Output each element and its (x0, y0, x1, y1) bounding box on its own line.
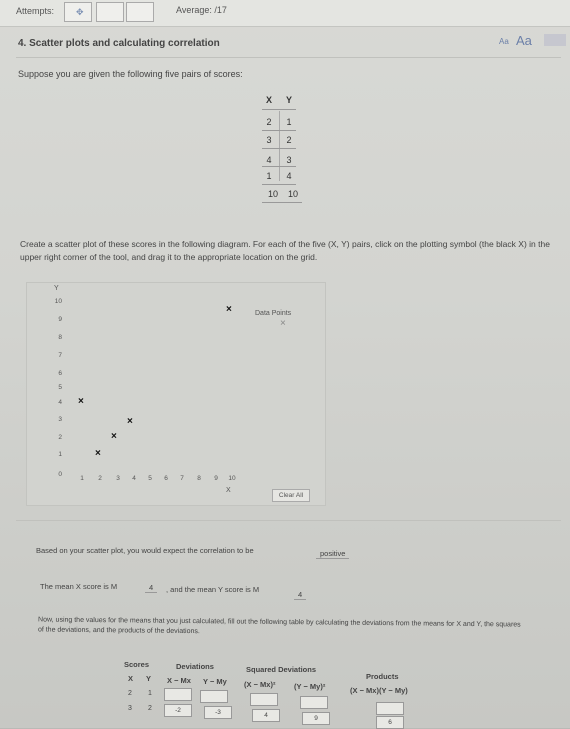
x-tick-label: 2 (98, 475, 102, 482)
y-tick-label: 9 (58, 316, 62, 323)
table-col-dev-y: Y − My (203, 677, 227, 686)
attempt-box-2 (96, 2, 124, 22)
data-points-label: Data Points (255, 310, 292, 317)
table-cell-x: 3 (128, 705, 132, 712)
table-col-sq-x: (X − Mx)² (244, 680, 276, 689)
mean-y-answer[interactable]: 4 (294, 590, 307, 600)
pairs-row-rule (262, 130, 296, 131)
plotted-point[interactable]: × (95, 449, 101, 459)
attempts-label: Attempts: (16, 6, 55, 16)
table-header-deviations: Deviations (176, 662, 214, 671)
y-axis-title: Y (54, 285, 59, 292)
correlation-answer-dropdown[interactable]: positive (316, 549, 350, 559)
sq-y-input[interactable]: 9 (302, 712, 330, 725)
pairs-header-x: X (266, 95, 273, 105)
divider (16, 57, 561, 58)
average-label: Average: /17 (176, 5, 227, 15)
plotted-point[interactable]: × (127, 417, 133, 427)
pairs-row-rule (262, 148, 296, 149)
sq-x-input[interactable] (250, 693, 278, 706)
table-col-product: (X − Mx)(Y − My) (350, 686, 408, 695)
page: Attempts: ✥ Average: /17 4. Scatter plot… (0, 0, 570, 729)
pairs-row-rule (262, 202, 302, 203)
y-tick-label: 6 (58, 370, 62, 377)
table-col-y: Y (146, 674, 152, 683)
plotted-point[interactable]: × (78, 397, 84, 407)
pairs-column-rule (279, 111, 280, 181)
product-input[interactable]: 6 (376, 716, 404, 729)
sq-x-input[interactable]: 4 (252, 709, 280, 722)
table-header-scores: Scores (124, 660, 150, 669)
pair-y: 10 (287, 189, 298, 199)
mean-x-prompt: The mean X score is M (40, 582, 118, 591)
y-tick-label: 1 (58, 451, 62, 458)
table-col-dev-x: X − Mx (167, 676, 191, 685)
pair-x: 3 (266, 135, 272, 145)
calculation-instructions: Now, using the values for the means that… (37, 616, 521, 636)
x-tick-label: 1 (80, 475, 84, 482)
y-tick-label: 0 (58, 471, 62, 478)
table-cell-x: 2 (128, 690, 132, 697)
pair-y: 4 (286, 171, 292, 181)
plotted-point[interactable]: × (111, 432, 117, 442)
table-cell-y: 2 (148, 705, 152, 712)
x-tick-label: 4 (132, 475, 136, 482)
pairs-header-y: Y (286, 95, 293, 105)
diamond-icon: ✥ (76, 7, 84, 17)
y-tick-label: 2 (58, 434, 62, 441)
y-tick-label: 8 (58, 334, 62, 341)
x-tick-label: 9 (214, 475, 218, 482)
plotted-point[interactable]: × (226, 305, 232, 315)
pair-x: 1 (266, 171, 272, 181)
x-tick-label: 10 (228, 475, 236, 482)
pair-x: 4 (266, 155, 272, 165)
table-col-sq-y: (Y − My)² (294, 682, 326, 691)
pair-y: 2 (286, 135, 292, 145)
y-tick-label: 5 (58, 384, 62, 391)
y-tick-label: 4 (58, 399, 62, 406)
pairs-row-rule (262, 184, 296, 185)
divider (16, 520, 561, 521)
pair-x: 2 (266, 117, 272, 127)
font-size-slider[interactable] (544, 34, 566, 46)
y-tick-label: 10 (54, 298, 62, 305)
x-tick-label: 6 (164, 475, 168, 482)
y-tick-label: 7 (58, 352, 62, 359)
dev-x-input[interactable] (164, 688, 192, 701)
intro-text: Suppose you are given the following five… (18, 69, 243, 79)
dev-y-input[interactable]: -3 (204, 706, 232, 719)
font-size-large-button[interactable]: Aa (516, 33, 532, 48)
table-header-squared: Squared Deviations (246, 665, 317, 674)
dev-x-input[interactable]: -2 (164, 704, 192, 717)
pair-y: 3 (286, 155, 292, 165)
instructions-text: Create a scatter plot of these scores in… (20, 239, 550, 262)
table-col-x: X (128, 674, 134, 683)
mean-x-answer[interactable]: 4 (145, 583, 158, 593)
pair-y: 1 (286, 117, 292, 127)
font-size-small-button[interactable]: Aa (499, 37, 509, 46)
top-bar: Attempts: ✥ Average: /17 (0, 0, 570, 27)
x-tick-label: 3 (116, 475, 120, 482)
question-title: 4. Scatter plots and calculating correla… (18, 38, 220, 49)
clear-all-button[interactable]: Clear All (272, 489, 310, 502)
plot-symbol-source[interactable]: × (280, 318, 286, 329)
mean-y-prompt: , and the mean Y score is M (166, 585, 260, 594)
x-axis-title: X (226, 487, 231, 494)
x-tick-label: 5 (148, 475, 152, 482)
table-cell-y: 1 (148, 690, 152, 697)
y-tick-label: 3 (58, 416, 62, 423)
attempt-box-3 (126, 2, 154, 22)
pair-x: 10 (267, 189, 278, 199)
table-header-products: Products (366, 672, 399, 681)
x-tick-label: 8 (197, 475, 201, 482)
dev-y-input[interactable] (200, 690, 228, 703)
sq-y-input[interactable] (300, 696, 328, 709)
x-tick-label: 7 (180, 475, 184, 482)
pairs-header-rule (262, 109, 296, 110)
correlation-prompt: Based on your scatter plot, you would ex… (36, 546, 254, 555)
pairs-row-rule (262, 166, 296, 167)
product-input[interactable] (376, 702, 404, 715)
